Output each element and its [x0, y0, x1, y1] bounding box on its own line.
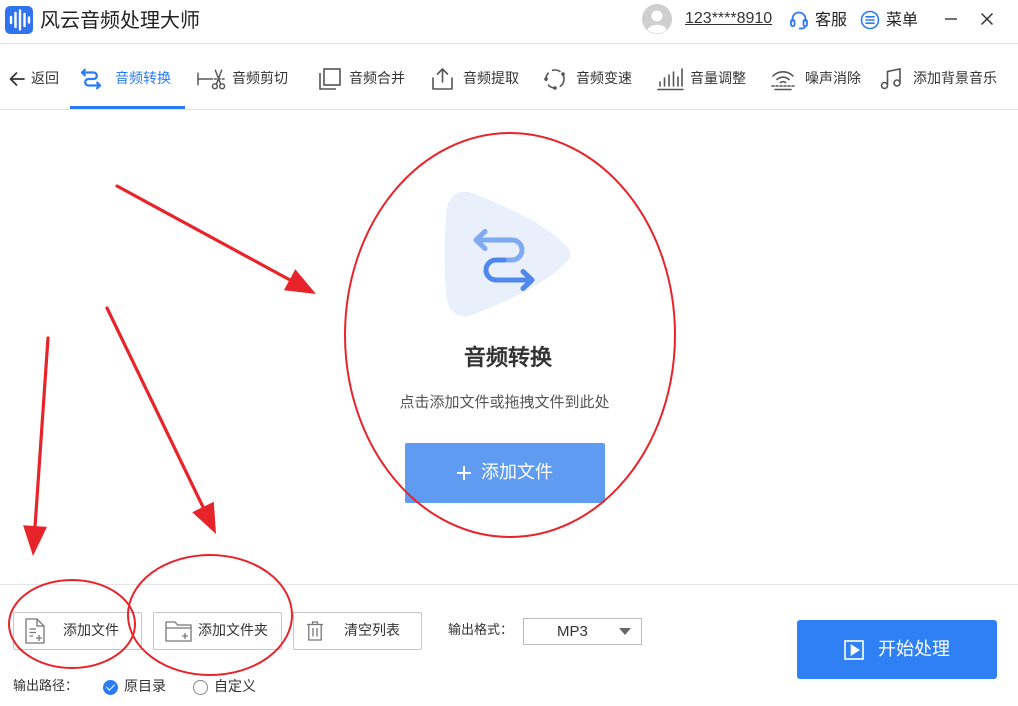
account-link[interactable]: 123****8910	[685, 9, 772, 29]
output-path-custom-option[interactable]: 自定义	[193, 679, 256, 695]
radio-custom-dir[interactable]	[193, 679, 208, 695]
bottom-panel: 添加文件 添加文件夹 清空列表 输出格式： MP3 开始处理 输出路径： 原目录…	[0, 584, 1018, 706]
menu-icon	[860, 10, 880, 30]
add-file-main-label: 添加文件	[481, 462, 553, 483]
noise-icon	[770, 67, 796, 91]
output-format-value: MP3	[557, 623, 588, 640]
tab-label: 音频剪切	[232, 71, 288, 87]
drop-zone-hint: 点击添加文件或拖拽文件到此处	[399, 393, 610, 411]
tab-label: 音频提取	[463, 71, 519, 87]
output-path-original-option[interactable]: 原目录	[103, 679, 166, 695]
tab-volume-adjust[interactable]: 音量调整	[657, 62, 746, 96]
start-processing-label: 开始处理	[878, 638, 950, 660]
add-file-button[interactable]: 添加文件	[13, 612, 142, 650]
tab-label: 噪声消除	[805, 71, 861, 87]
tab-add-background-music[interactable]: 添加背景音乐	[879, 62, 997, 96]
menu-button[interactable]: 菜单	[860, 9, 918, 31]
close-button[interactable]	[980, 12, 994, 26]
minimize-icon	[945, 18, 957, 20]
app-title: 风云音频处理大师	[40, 8, 200, 32]
output-path-option-label: 原目录	[124, 679, 166, 695]
back-label: 返回	[31, 71, 59, 87]
tab-label: 音频转换	[115, 71, 171, 87]
menu-label: 菜单	[886, 10, 919, 29]
start-processing-button[interactable]: 开始处理	[797, 620, 997, 679]
title-bar: 风云音频处理大师 123****8910 客服 菜单	[0, 0, 1018, 44]
close-icon	[980, 12, 994, 26]
add-file-main-button[interactable]: 添加文件	[405, 443, 605, 503]
output-format-label: 输出格式：	[448, 623, 514, 638]
clear-list-button[interactable]: 清空列表	[293, 612, 422, 650]
back-arrow-icon	[8, 70, 26, 88]
output-path-label: 输出路径：	[13, 679, 79, 694]
output-path-option-label: 自定义	[214, 679, 256, 695]
tab-audio-cut[interactable]: 音频剪切	[197, 62, 288, 96]
tab-label: 音频变速	[576, 71, 632, 87]
chevron-down-icon	[619, 628, 631, 635]
active-tab-underline	[70, 106, 185, 109]
trash-icon	[306, 621, 324, 641]
customer-service-button[interactable]: 客服	[789, 9, 847, 31]
volume-icon	[657, 67, 684, 91]
add-folder-button[interactable]: 添加文件夹	[153, 612, 282, 650]
add-file-icon	[25, 618, 45, 644]
back-button[interactable]: 返回	[8, 62, 59, 96]
customer-service-label: 客服	[815, 10, 848, 29]
function-toolbar: 返回 音频转换 音频剪切 音频合并 音频提取 音频变速 音量调整 噪声消除 添加…	[0, 44, 1018, 110]
clear-list-label: 清空列表	[344, 623, 400, 639]
extract-icon	[430, 67, 455, 91]
play-icon	[844, 639, 864, 660]
tab-audio-convert[interactable]: 音频转换	[80, 62, 171, 96]
drop-zone-title: 音频转换	[463, 346, 552, 371]
output-format-select[interactable]: MP3	[523, 618, 642, 645]
drop-zone[interactable]: 音频转换 点击添加文件或拖拽文件到此处 添加文件	[0, 110, 1018, 584]
app-window: 风云音频处理大师 123****8910 客服 菜单 返回 音频转换 音频剪切 …	[0, 0, 1018, 706]
app-logo-icon	[5, 6, 33, 34]
plus-icon	[457, 466, 471, 480]
add-folder-label: 添加文件夹	[198, 623, 268, 639]
tab-noise-removal[interactable]: 噪声消除	[770, 62, 861, 96]
swap-arrows-icon	[470, 228, 538, 292]
tab-label: 音量调整	[690, 71, 746, 87]
swap-icon	[80, 68, 102, 90]
scissors-icon	[197, 67, 226, 91]
merge-icon	[318, 67, 342, 91]
tab-audio-extract[interactable]: 音频提取	[430, 62, 519, 96]
speed-icon	[543, 67, 567, 91]
tab-label: 添加背景音乐	[913, 71, 997, 87]
tab-label: 音频合并	[349, 71, 405, 87]
minimize-button[interactable]	[944, 12, 958, 26]
headset-icon	[789, 10, 809, 30]
music-note-icon	[879, 67, 903, 91]
tab-audio-speed[interactable]: 音频变速	[543, 62, 632, 96]
add-folder-icon	[165, 620, 192, 642]
radio-original-dir[interactable]	[103, 679, 118, 695]
avatar[interactable]	[642, 4, 672, 34]
add-file-label: 添加文件	[63, 623, 119, 639]
tab-audio-merge[interactable]: 音频合并	[318, 62, 405, 96]
